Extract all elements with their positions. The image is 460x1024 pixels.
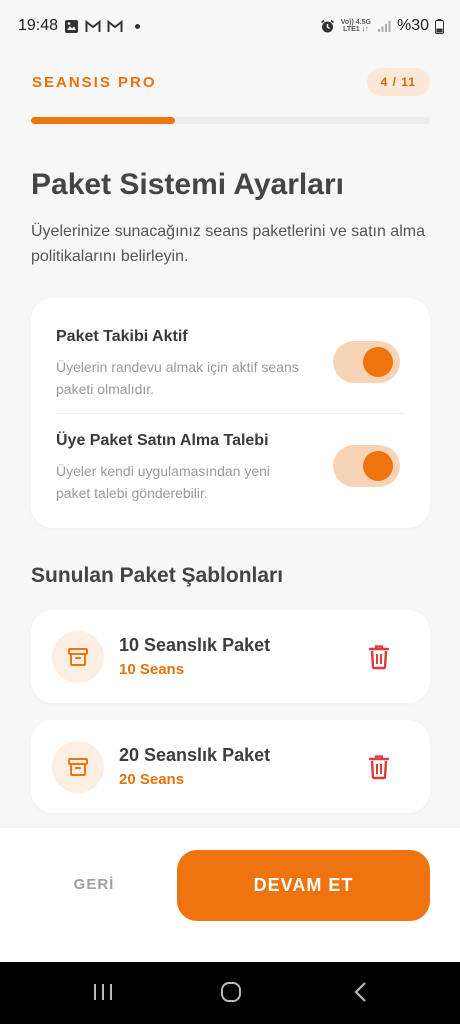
status-left: 19:48 — [18, 17, 141, 35]
network-indicator: Vo)) 4.5G LTE1 ↓↑ — [341, 19, 371, 33]
notification-dot — [135, 23, 141, 29]
continue-button[interactable]: DEVAM ET — [177, 850, 430, 921]
package-tracking-toggle[interactable] — [333, 341, 400, 383]
signal-icon — [377, 19, 391, 33]
delete-icon[interactable] — [368, 754, 390, 785]
gmail-icon-2 — [107, 19, 123, 33]
progress-fill — [31, 117, 175, 124]
packages-section-title: Sunulan Paket Şablonları — [31, 564, 284, 587]
divider — [56, 413, 405, 414]
recent-apps-icon[interactable] — [92, 980, 114, 1009]
brand-title: SEANSIS PRO — [32, 73, 157, 91]
alarm-icon — [320, 19, 335, 34]
back-button[interactable]: GERİ — [60, 876, 128, 900]
status-bar: 19:48 Vo)) 4.5G LTE1 ↓↑ %30 — [0, 0, 460, 52]
bottom-action-bar: GERİ DEVAM ET — [0, 828, 460, 962]
package-count: 20 Seans — [119, 771, 185, 788]
page-title: Paket Sistemi Ayarları — [31, 168, 344, 201]
home-icon[interactable] — [219, 980, 243, 1009]
gmail-icon — [85, 19, 101, 33]
package-card[interactable]: 20 Seanslık Paket 20 Seans — [31, 720, 430, 813]
page-subtitle: Üyelerinize sunacağınız seans paketlerin… — [31, 223, 425, 265]
back-nav-icon[interactable] — [350, 980, 372, 1009]
battery-percent: %30 — [396, 17, 429, 34]
package-name: 10 Seanslık Paket — [119, 635, 271, 655]
step-badge: 4 / 11 — [366, 68, 430, 96]
setting-description: Üyeler kendi uygulamasından yeni paket t… — [56, 463, 271, 501]
purchase-request-toggle[interactable] — [333, 445, 400, 487]
status-right: Vo)) 4.5G LTE1 ↓↑ %30 — [320, 17, 444, 35]
toggle-knob — [363, 451, 393, 481]
gallery-icon — [64, 19, 79, 34]
delete-icon[interactable] — [368, 644, 390, 675]
network-bottom: LTE1 ↓↑ — [343, 26, 369, 33]
package-count: 10 Seans — [119, 661, 185, 678]
wizard-header: SEANSIS PRO 4 / 11 — [32, 68, 430, 96]
package-card[interactable]: 10 Seanslık Paket 10 Seans — [31, 610, 430, 703]
battery-icon — [435, 18, 444, 34]
network-top: Vo)) 4.5G — [340, 19, 371, 26]
progress-bar — [31, 117, 430, 124]
archive-icon — [52, 631, 104, 683]
package-name: 20 Seanslık Paket — [119, 745, 271, 765]
status-time: 19:48 — [18, 17, 59, 34]
system-nav-bar — [0, 962, 460, 1024]
settings-card: Paket Takibi Aktif Üyelerin randevu alma… — [31, 298, 430, 528]
archive-icon — [52, 741, 104, 793]
setting-description: Üyelerin randevu almak için aktif seans … — [56, 359, 299, 397]
toggle-knob — [363, 347, 393, 377]
